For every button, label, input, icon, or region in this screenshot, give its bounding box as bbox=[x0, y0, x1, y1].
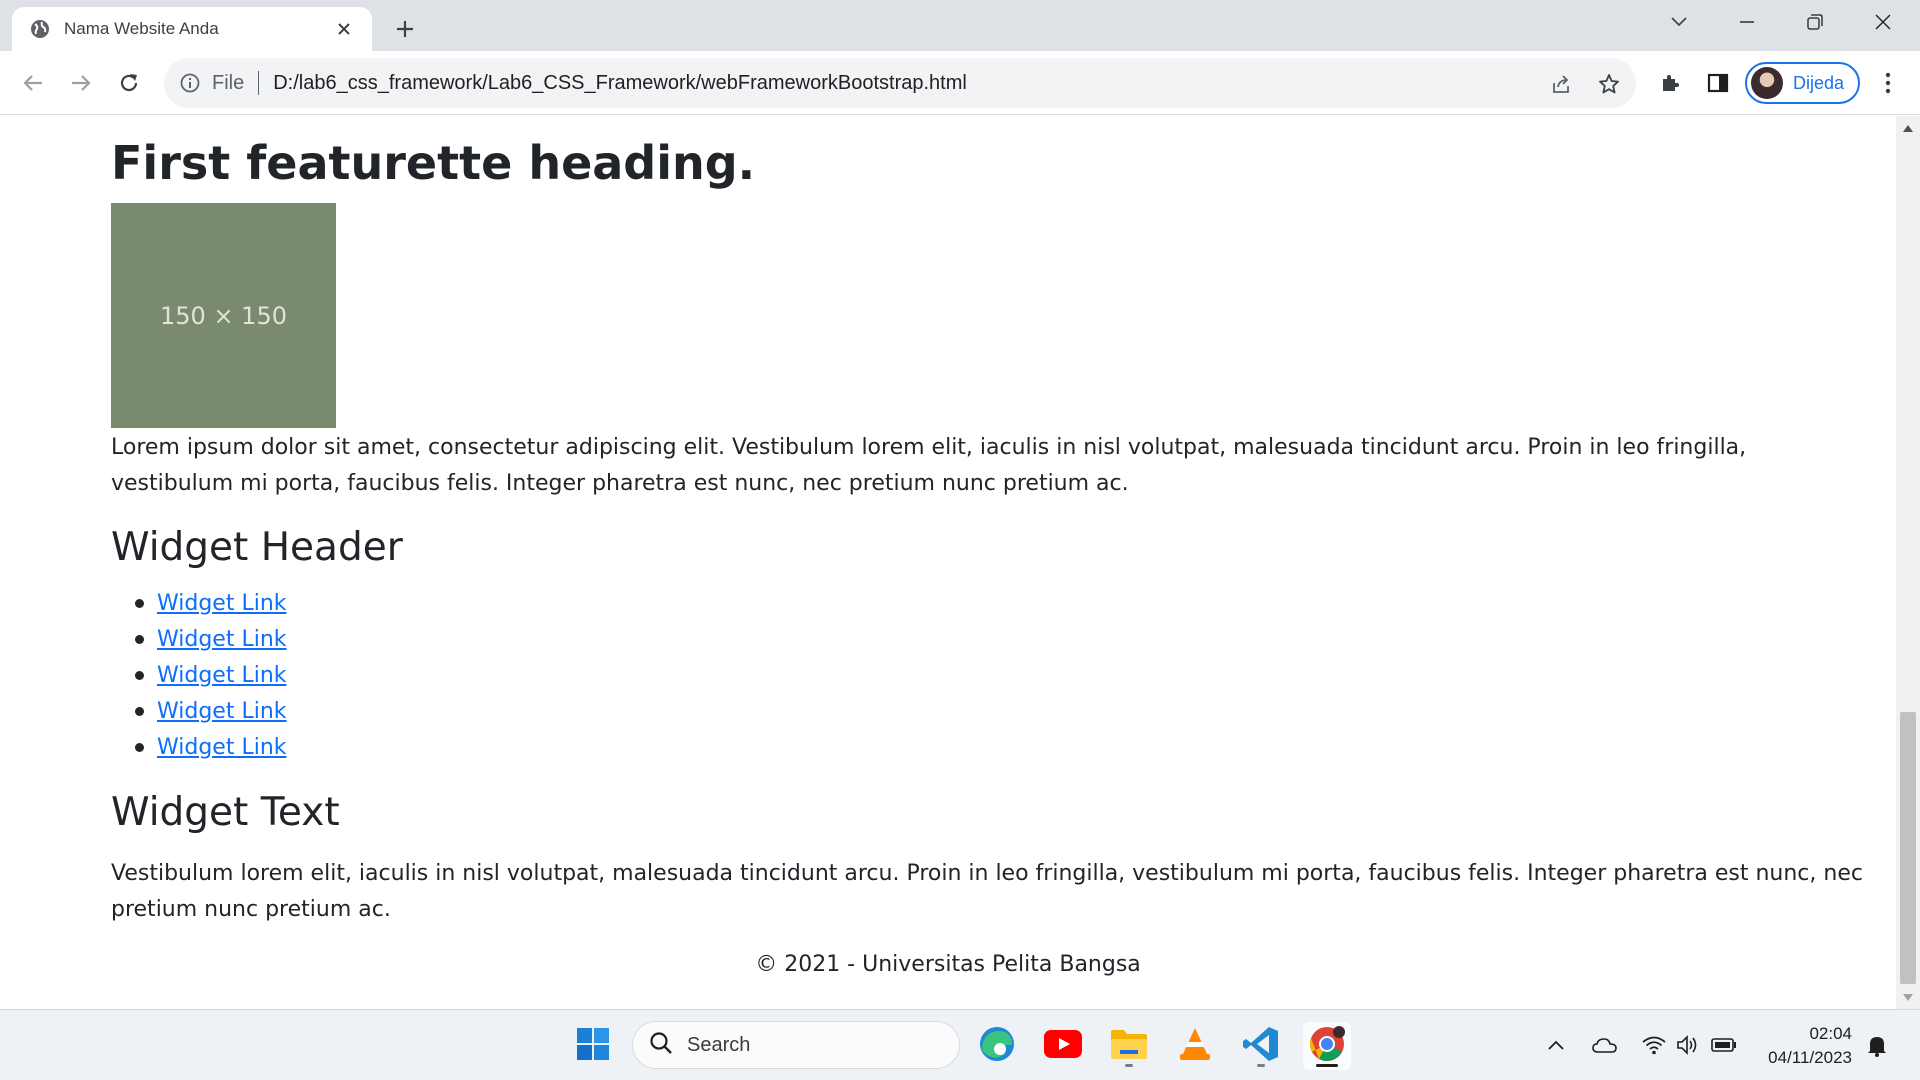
battery-icon[interactable] bbox=[1709, 1030, 1739, 1060]
chrome-icon bbox=[1308, 1025, 1346, 1068]
active-indicator bbox=[1316, 1064, 1338, 1067]
taskbar: Search 02:04 04/11/2023 bbox=[0, 1009, 1920, 1080]
placeholder-label: 150 × 150 bbox=[160, 301, 287, 330]
site-info-icon[interactable] bbox=[178, 71, 202, 95]
scrollbar-thumb[interactable] bbox=[1900, 712, 1916, 984]
taskbar-app-edge[interactable] bbox=[973, 1022, 1021, 1070]
bullet bbox=[135, 670, 144, 680]
url-text[interactable]: D:/lab6_css_framework/Lab6_CSS_Framework… bbox=[273, 72, 967, 95]
bullet bbox=[135, 634, 144, 644]
widget-header: Widget Header bbox=[111, 525, 403, 570]
widget-link[interactable]: Widget Link bbox=[157, 735, 287, 760]
widget-link-list: Widget Link Widget Link Widget Link Widg… bbox=[111, 585, 287, 765]
windows-logo-icon bbox=[576, 1027, 610, 1066]
volume-icon[interactable] bbox=[1673, 1030, 1703, 1060]
taskbar-app-chrome[interactable] bbox=[1303, 1022, 1351, 1070]
featurette-text-line-2: vestibulum mi porta, faucibus felis. Int… bbox=[111, 471, 1129, 496]
address-bar[interactable]: File D:/lab6_css_framework/Lab6_CSS_Fram… bbox=[164, 58, 1636, 108]
widget-link[interactable]: Widget Link bbox=[157, 663, 287, 688]
start-button[interactable] bbox=[569, 1022, 617, 1070]
page-footer: © 2021 - Universitas Pelita Bangsa bbox=[755, 952, 1141, 977]
share-icon[interactable] bbox=[1548, 71, 1574, 97]
tab-close-icon[interactable] bbox=[330, 15, 358, 43]
globe-icon bbox=[30, 19, 50, 39]
side-panel-icon[interactable] bbox=[1700, 65, 1736, 101]
featurette-heading: First featurette heading. bbox=[111, 136, 756, 190]
extensions-puzzle-icon[interactable] bbox=[1652, 65, 1688, 101]
browser-toolbar: File D:/lab6_css_framework/Lab6_CSS_Fram… bbox=[0, 51, 1920, 115]
taskbar-search-label: Search bbox=[687, 1033, 751, 1056]
minimize-icon[interactable] bbox=[1713, 0, 1781, 44]
list-item: Widget Link bbox=[111, 729, 287, 765]
vlc-cone-icon bbox=[1178, 1026, 1212, 1067]
wifi-icon[interactable] bbox=[1639, 1030, 1669, 1060]
running-indicator bbox=[1257, 1064, 1265, 1067]
bookmark-star-icon[interactable] bbox=[1596, 71, 1622, 97]
scroll-down-arrow-icon[interactable] bbox=[1896, 987, 1920, 1007]
menu-kebab-icon[interactable] bbox=[1870, 65, 1906, 101]
reload-icon[interactable] bbox=[111, 65, 147, 101]
url-separator bbox=[258, 71, 260, 95]
list-item: Widget Link bbox=[111, 693, 287, 729]
vertical-scrollbar[interactable] bbox=[1896, 116, 1920, 1009]
profile-button[interactable]: Dijeda bbox=[1745, 62, 1860, 104]
avatar bbox=[1751, 67, 1783, 99]
widget-text-line-1: Vestibulum lorem elit, iaculis in nisl v… bbox=[111, 861, 1863, 886]
taskbar-app-vscode[interactable] bbox=[1237, 1022, 1285, 1070]
widget-link[interactable]: Widget Link bbox=[157, 699, 287, 724]
list-item: Widget Link bbox=[111, 621, 287, 657]
folder-icon bbox=[1110, 1028, 1148, 1065]
taskbar-app-youtube[interactable] bbox=[1039, 1022, 1087, 1070]
list-item: Widget Link bbox=[111, 657, 287, 693]
tab-title: Nama Website Anda bbox=[64, 19, 219, 38]
url-scheme: File bbox=[212, 71, 245, 94]
scroll-up-arrow-icon[interactable] bbox=[1896, 118, 1920, 138]
edge-icon bbox=[978, 1025, 1016, 1068]
taskbar-clock[interactable]: 02:04 04/11/2023 bbox=[1756, 1022, 1852, 1070]
taskbar-app-vlc[interactable] bbox=[1171, 1022, 1219, 1070]
new-tab-button[interactable] bbox=[388, 12, 422, 46]
show-hidden-icons-chevron-icon[interactable] bbox=[1541, 1030, 1571, 1060]
clock-date: 04/11/2023 bbox=[1768, 1048, 1852, 1067]
featurette-text-line-1: Lorem ipsum dolor sit amet, consectetur … bbox=[111, 435, 1747, 460]
youtube-icon bbox=[1044, 1029, 1082, 1063]
tab-search-chevron-icon[interactable] bbox=[1645, 0, 1713, 44]
widget-text-heading: Widget Text bbox=[111, 790, 340, 835]
bullet bbox=[135, 742, 144, 752]
search-icon bbox=[649, 1031, 673, 1060]
running-indicator bbox=[1125, 1064, 1133, 1067]
back-arrow-icon[interactable] bbox=[15, 65, 51, 101]
notification-bell-icon[interactable] bbox=[1862, 1030, 1892, 1060]
onedrive-cloud-icon[interactable] bbox=[1590, 1030, 1620, 1060]
close-window-icon[interactable] bbox=[1849, 0, 1917, 44]
widget-link[interactable]: Widget Link bbox=[157, 591, 287, 616]
list-item: Widget Link bbox=[111, 585, 287, 621]
bullet bbox=[135, 598, 144, 608]
vscode-icon bbox=[1242, 1025, 1280, 1068]
taskbar-search[interactable]: Search bbox=[632, 1021, 960, 1069]
browser-tab[interactable]: Nama Website Anda bbox=[12, 7, 372, 51]
clock-time: 02:04 bbox=[1809, 1024, 1852, 1043]
page-viewport: First featurette heading. 150 × 150 Lore… bbox=[0, 116, 1896, 1009]
placeholder-image: 150 × 150 bbox=[111, 203, 336, 428]
widget-text-line-2: pretium nunc pretium ac. bbox=[111, 897, 391, 922]
tab-strip: Nama Website Anda bbox=[0, 0, 1920, 51]
restore-icon[interactable] bbox=[1781, 0, 1849, 44]
taskbar-app-file-explorer[interactable] bbox=[1105, 1022, 1153, 1070]
widget-link[interactable]: Widget Link bbox=[157, 627, 287, 652]
profile-name: Dijeda bbox=[1793, 72, 1845, 93]
bullet bbox=[135, 706, 144, 716]
forward-arrow-icon[interactable] bbox=[63, 65, 99, 101]
